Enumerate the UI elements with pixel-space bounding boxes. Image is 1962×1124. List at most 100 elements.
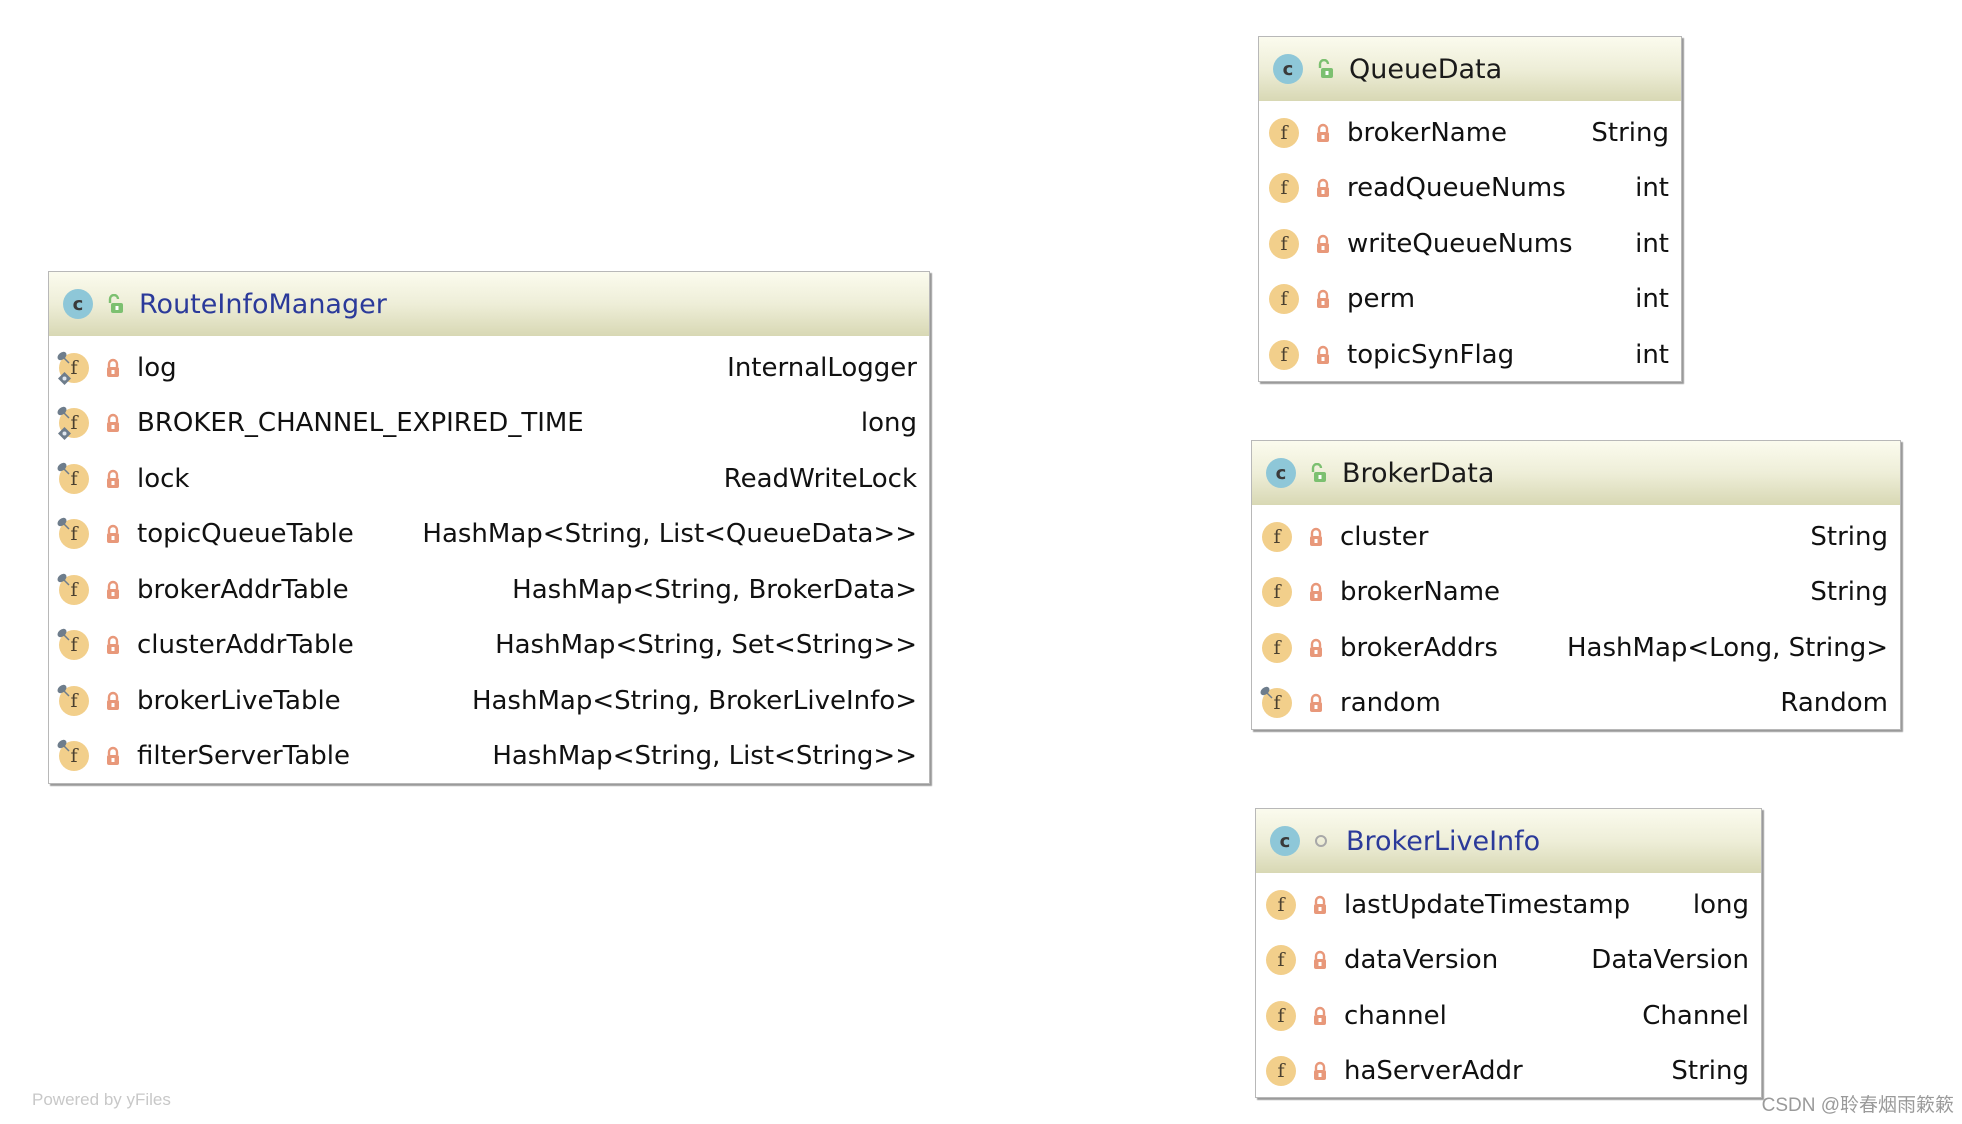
static-diamond-icon xyxy=(58,371,71,385)
field-letter: f xyxy=(1262,577,1292,608)
field-row[interactable]: f log InternalLogger xyxy=(49,340,929,396)
field-row[interactable]: f brokerLiveTable HashMap<String, BrokerLi… xyxy=(49,673,929,729)
private-lock-icon xyxy=(107,636,119,655)
private-lock-icon xyxy=(1314,1062,1326,1081)
class-fields: f lastUpdateTimestamp long f dataVersion Data… xyxy=(1256,873,1761,1099)
final-pin-icon xyxy=(57,351,70,364)
field-type: HashMap<String, BrokerData> xyxy=(512,574,917,605)
field-row[interactable]: f lastUpdateTimestamp long xyxy=(1256,877,1761,933)
class-icon: c xyxy=(1273,54,1303,84)
public-icon xyxy=(1306,462,1328,484)
class-header[interactable]: c QueueData xyxy=(1259,37,1681,101)
final-pin-icon xyxy=(57,573,70,586)
field-icon: f xyxy=(1260,575,1294,609)
class-header[interactable]: c RouteInfoManager xyxy=(49,272,929,336)
field-name: readQueueNums xyxy=(1347,173,1566,204)
private-lock-icon xyxy=(1317,179,1329,198)
private-lock-icon xyxy=(1317,234,1329,253)
field-icon: f xyxy=(57,684,91,718)
field-letter: f xyxy=(1266,945,1296,976)
private-lock-icon xyxy=(107,747,119,766)
field-row[interactable]: f dataVersion DataVersion xyxy=(1256,933,1761,989)
field-row[interactable]: f readQueueNums int xyxy=(1259,161,1681,217)
field-name: brokerName xyxy=(1347,117,1508,148)
public-icon xyxy=(103,293,125,315)
field-letter: f xyxy=(1266,1000,1296,1031)
field-icon: f xyxy=(57,462,91,496)
field-letter: f xyxy=(1266,889,1296,920)
field-row[interactable]: f topicQueueTable HashMap<String, List<Que… xyxy=(49,507,929,563)
private-lock-icon xyxy=(107,691,119,710)
field-letter: f xyxy=(1262,521,1292,552)
unlocked-icon xyxy=(1311,463,1326,482)
private-lock-icon xyxy=(107,580,119,599)
field-type: HashMap<String, Set<String>> xyxy=(495,630,917,661)
field-row[interactable]: f writeQueueNums int xyxy=(1259,216,1681,272)
private-lock-icon xyxy=(107,358,119,377)
final-pin-icon xyxy=(1260,687,1273,699)
field-row[interactable]: f clusterAddrTable HashMap<String, Set<Str… xyxy=(49,618,929,674)
field-row[interactable]: f brokerAddrs HashMap<Long, String> xyxy=(1252,620,1900,676)
class-header[interactable]: c BrokerData xyxy=(1252,441,1900,505)
field-type: HashMap<String, List<String>> xyxy=(492,741,917,772)
field-name: dataVersion xyxy=(1344,945,1499,976)
private-lock-icon xyxy=(107,414,119,433)
class-name: QueueData xyxy=(1349,53,1503,85)
field-icon: f xyxy=(1264,1054,1298,1088)
field-icon: f xyxy=(1260,631,1294,665)
field-row[interactable]: f brokerName String xyxy=(1259,105,1681,161)
field-type: HashMap<String, List<QueueData>> xyxy=(422,519,917,550)
final-pin-icon xyxy=(57,684,70,697)
field-type: InternalLogger xyxy=(727,352,917,383)
field-row[interactable]: f perm int xyxy=(1259,272,1681,328)
field-name: perm xyxy=(1347,284,1416,315)
field-row[interactable]: f cluster String xyxy=(1252,509,1900,565)
field-row[interactable]: f channel Channel xyxy=(1256,988,1761,1044)
field-icon: f xyxy=(1267,338,1301,372)
field-name: brokerAddrTable xyxy=(137,574,349,605)
field-type: Channel xyxy=(1642,1000,1749,1031)
field-type: long xyxy=(860,408,917,439)
class-header[interactable]: c BrokerLiveInfo xyxy=(1256,809,1761,873)
class-icon: c xyxy=(63,289,93,319)
field-row[interactable]: f haServerAddr String xyxy=(1256,1044,1761,1100)
field-icon: f xyxy=(1267,227,1301,261)
package-private-icon xyxy=(1310,830,1332,852)
class-box-broker-data[interactable]: c BrokerData f cluster String f brokerName Stri… xyxy=(1251,440,1901,730)
field-letter: f xyxy=(1269,117,1299,148)
field-letter: f xyxy=(1269,173,1299,204)
private-lock-icon xyxy=(107,469,119,488)
field-letter: f xyxy=(1269,228,1299,259)
class-name: BrokerData xyxy=(1342,457,1495,489)
class-box-queue-data[interactable]: c QueueData f brokerName String f readQueueNum… xyxy=(1258,36,1682,382)
field-type: HashMap<Long, String> xyxy=(1567,632,1888,663)
field-type: Random xyxy=(1780,688,1888,719)
field-row[interactable]: f brokerAddrTable HashMap<String, BrokerDa… xyxy=(49,562,929,618)
field-name: brokerLiveTable xyxy=(137,685,341,716)
private-lock-icon xyxy=(1317,345,1329,364)
field-row[interactable]: f lock ReadWriteLock xyxy=(49,451,929,507)
field-name: brokerAddrs xyxy=(1340,632,1498,663)
field-row[interactable]: f brokerName String xyxy=(1252,565,1900,621)
class-icon: c xyxy=(1270,826,1300,856)
class-name: BrokerLiveInfo xyxy=(1346,825,1541,857)
class-name: RouteInfoManager xyxy=(139,288,387,320)
watermark: CSDN @聆春烟雨簌簌 xyxy=(1761,1095,1954,1116)
final-pin-icon xyxy=(57,740,70,752)
field-icon: f xyxy=(1267,171,1301,205)
field-name: lastUpdateTimestamp xyxy=(1344,889,1631,920)
class-box-broker-live-info[interactable]: c BrokerLiveInfo f lastUpdateTimestamp long f… xyxy=(1255,808,1762,1098)
static-diamond-icon xyxy=(58,427,71,441)
field-row[interactable]: f BROKER_CHANNEL_EXPIRED_TIME long xyxy=(49,396,929,452)
class-fields: f brokerName String f readQueueNums int f write… xyxy=(1259,101,1681,383)
field-row[interactable]: f filterServerTable HashMap<String, List<S… xyxy=(49,729,929,785)
field-name: lock xyxy=(137,463,190,494)
class-box-route-info-manager[interactable]: c RouteInfoManager f log InternalLogger f BROK… xyxy=(48,271,930,784)
field-type: String xyxy=(1671,1056,1749,1087)
field-type: int xyxy=(1635,339,1669,370)
field-row[interactable]: f topicSynFlag int xyxy=(1259,327,1681,383)
final-pin-icon xyxy=(57,518,70,530)
private-lock-icon xyxy=(1317,123,1329,142)
field-row[interactable]: f random Random xyxy=(1252,676,1900,732)
final-pin-icon xyxy=(57,462,70,475)
